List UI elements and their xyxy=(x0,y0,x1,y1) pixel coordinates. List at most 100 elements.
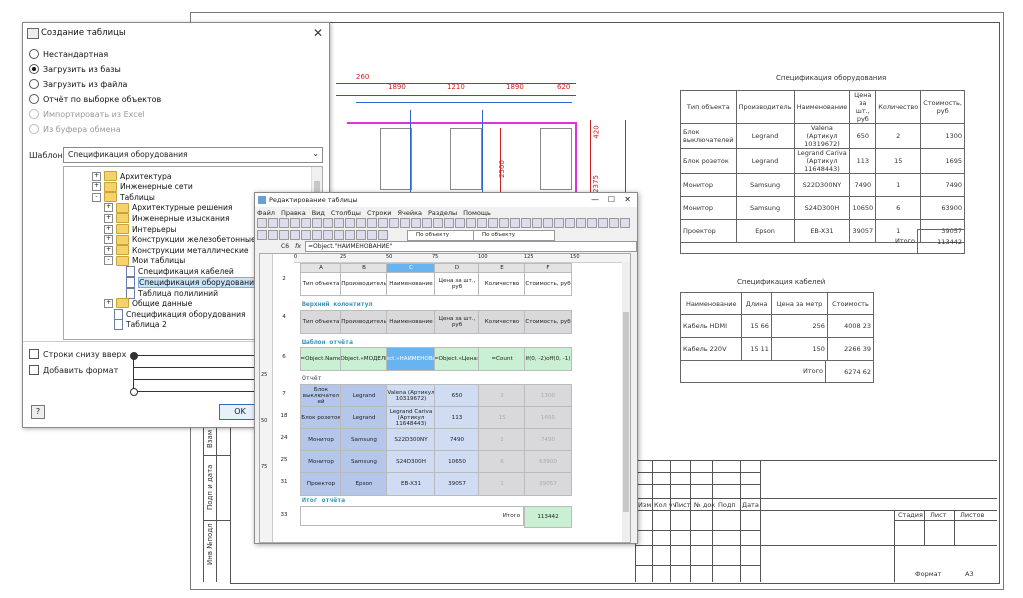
toolbar-button-icon[interactable] xyxy=(587,218,597,228)
table-cell[interactable]: Epson xyxy=(340,472,388,496)
toolbar-button-icon[interactable] xyxy=(378,230,388,240)
toolbar-button-icon[interactable] xyxy=(565,218,575,228)
toolbar-button-icon[interactable] xyxy=(345,230,355,240)
toolbar-button-icon[interactable] xyxy=(554,218,564,228)
row-number[interactable]: 6 xyxy=(274,354,294,360)
table-cell[interactable]: 7490 xyxy=(524,428,572,452)
toolbar-button-icon[interactable] xyxy=(576,218,586,228)
row-number[interactable]: 7 xyxy=(274,391,294,397)
toolbar-button-icon[interactable] xyxy=(488,218,498,228)
table-cell[interactable]: =Count xyxy=(478,347,526,371)
table-cell[interactable]: 1 xyxy=(478,428,526,452)
menu-item[interactable]: Столбцы xyxy=(331,209,361,217)
row-number[interactable]: 33 xyxy=(274,512,294,518)
table-cell[interactable]: 650 xyxy=(434,384,480,408)
toolbar-button-icon[interactable] xyxy=(257,230,267,240)
row-number[interactable]: 2 xyxy=(274,276,294,282)
toolbar-button-icon[interactable] xyxy=(400,218,410,228)
collapse-icon[interactable]: - xyxy=(92,192,101,202)
menu-item[interactable]: Вид xyxy=(312,209,325,217)
table-cell[interactable]: EB-X31 xyxy=(386,472,436,496)
expand-icon[interactable]: + xyxy=(104,298,113,308)
tree-item[interactable]: + Интерьеры xyxy=(104,224,177,234)
tree-item[interactable]: - Мои таблицы xyxy=(104,255,185,266)
toolbar-button-icon[interactable] xyxy=(389,218,399,228)
table-cell[interactable]: ect.«НАИМЕНОВА xyxy=(386,347,436,371)
table-cell[interactable]: 7490 xyxy=(434,428,480,452)
table-cell[interactable]: =Object.«МОДЕЛЬ» xyxy=(340,347,388,371)
menu-item[interactable]: Правка xyxy=(281,209,306,217)
toolbar-button-icon[interactable] xyxy=(290,218,300,228)
toolbar-button-icon[interactable] xyxy=(334,218,344,228)
tree-item[interactable]: - Таблицы xyxy=(92,192,155,203)
radio-button[interactable] xyxy=(29,64,39,74)
table-cell[interactable]: Цена за шт., руб xyxy=(434,310,480,334)
close-icon[interactable]: ✕ xyxy=(313,23,323,43)
table-cell[interactable]: 39057 xyxy=(434,472,480,496)
close-icon[interactable]: ✕ xyxy=(624,193,631,207)
radio-button[interactable] xyxy=(29,49,39,59)
table-cell[interactable]: Наименование xyxy=(386,272,436,296)
radio-button[interactable] xyxy=(29,79,39,89)
table-cell[interactable]: 1300 xyxy=(524,384,572,408)
toolbar-button-icon[interactable] xyxy=(620,218,630,228)
toolbar-button-icon[interactable] xyxy=(378,218,388,228)
toolbar-button-icon[interactable] xyxy=(312,218,322,228)
radio-option[interactable]: Загрузить из базы xyxy=(29,64,121,74)
tree-item[interactable]: Спецификация оборудования xyxy=(116,277,260,288)
total-value-cell[interactable]: 113442 xyxy=(524,506,572,528)
toolbar-button-icon[interactable] xyxy=(301,218,311,228)
table-cell[interactable]: 1695 xyxy=(524,406,572,430)
toolbar-button-icon[interactable] xyxy=(455,218,465,228)
toolbar-button-icon[interactable] xyxy=(334,230,344,240)
table-cell[interactable]: 113 xyxy=(434,406,480,430)
toolbar-button-icon[interactable] xyxy=(290,230,300,240)
row-number[interactable]: 4 xyxy=(274,314,294,320)
menu-item[interactable]: Помощь xyxy=(463,209,491,217)
toolbar-button-icon[interactable] xyxy=(268,218,278,228)
row-number[interactable]: 24 xyxy=(274,435,294,441)
tree-item[interactable]: + Инженерные сети xyxy=(92,181,193,192)
toolbar-button-icon[interactable] xyxy=(499,218,509,228)
table-cell[interactable]: =Object.Name xyxy=(300,347,342,371)
object-combo[interactable]: По объекту xyxy=(407,230,479,241)
toolbar-button-icon[interactable] xyxy=(543,218,553,228)
toolbar-button-icon[interactable] xyxy=(422,218,432,228)
expand-icon[interactable]: + xyxy=(104,245,113,255)
table-cell[interactable]: Блок розеток xyxy=(300,406,342,430)
tree-item[interactable]: + Конструкции металлические xyxy=(104,245,249,256)
expand-icon[interactable]: + xyxy=(104,213,113,223)
menu-item[interactable]: Файл xyxy=(257,209,275,217)
tree-item[interactable]: Таблица 2 xyxy=(104,319,167,331)
toolbar-button-icon[interactable] xyxy=(301,230,311,240)
table-cell[interactable]: If(0, -2)off(0, -1) xyxy=(524,347,572,371)
table-cell[interactable]: Legrand xyxy=(340,384,388,408)
menu-item[interactable]: Ячейка xyxy=(398,209,423,217)
object-combo-2[interactable]: По объекту xyxy=(473,230,555,241)
table-cell[interactable]: =Object.«Цена» xyxy=(434,347,480,371)
table-cell[interactable]: 1 xyxy=(478,472,526,496)
row-number[interactable]: 31 xyxy=(274,479,294,485)
toolbar-button-icon[interactable] xyxy=(268,230,278,240)
expand-icon[interactable]: + xyxy=(104,224,113,234)
template-select[interactable]: Спецификация оборудования ⌄ xyxy=(63,147,323,163)
maximize-icon[interactable]: ☐ xyxy=(608,193,615,207)
table-cell[interactable]: Количество xyxy=(478,272,526,296)
edit-table-dialog[interactable]: Редактирование таблицы — ☐ ✕ Файл Правка В… xyxy=(254,192,638,544)
toolbar-button-icon[interactable] xyxy=(356,230,366,240)
table-cell[interactable]: Производитель xyxy=(340,310,388,334)
toolbar-button-icon[interactable] xyxy=(323,218,333,228)
table-cell[interactable]: S24D300H xyxy=(386,450,436,474)
table-cell[interactable]: Наименование xyxy=(386,310,436,334)
tree-item[interactable]: + Архитектурные решения xyxy=(104,202,233,213)
toolbar-button-icon[interactable] xyxy=(598,218,608,228)
toolbar-button-icon[interactable] xyxy=(367,218,377,228)
table-cell[interactable]: Проектор xyxy=(300,472,342,496)
toolbar-button-icon[interactable] xyxy=(367,230,377,240)
table-cell[interactable]: Samsung xyxy=(340,428,388,452)
formula-input[interactable]: =Object."НАИМЕНОВАНИЕ" xyxy=(305,241,637,252)
toolbar-button-icon[interactable] xyxy=(345,218,355,228)
radio-button[interactable] xyxy=(29,94,39,104)
toolbar-button-icon[interactable] xyxy=(510,218,520,228)
expand-icon[interactable]: + xyxy=(92,171,101,181)
